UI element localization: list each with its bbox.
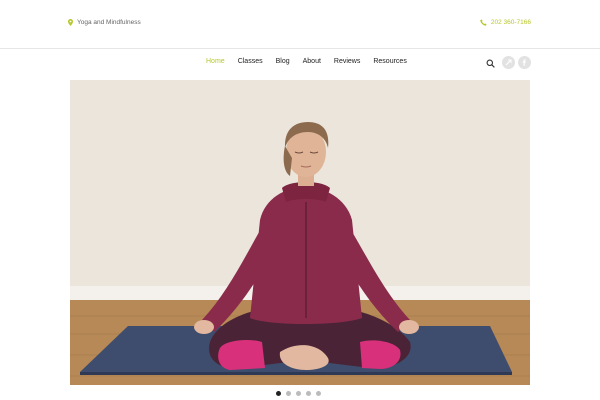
nav-item-about[interactable]: About (303, 58, 321, 65)
map-pin-icon (68, 19, 73, 26)
nav-item-reviews[interactable]: Reviews (334, 58, 360, 65)
social-icon-2[interactable] (518, 56, 531, 69)
tagline-text: Yoga and Mindfulness (77, 19, 141, 26)
slider-dot-5[interactable] (316, 391, 321, 396)
nav-item-home[interactable]: Home (206, 58, 225, 65)
nav-menu: Home Classes Blog About Reviews Resource… (206, 58, 407, 65)
nav-item-blog[interactable]: Blog (276, 58, 290, 65)
slider-dot-3[interactable] (296, 391, 301, 396)
slider-pagination (276, 391, 321, 396)
slider-dot-4[interactable] (306, 391, 311, 396)
top-bar: Yoga and Mindfulness 202 360-7166 (0, 0, 600, 49)
social-icon-1[interactable] (502, 56, 515, 69)
main-navigation: Home Classes Blog About Reviews Resource… (0, 52, 600, 74)
slider-dot-1[interactable] (276, 391, 281, 396)
nav-item-resources[interactable]: Resources (373, 58, 406, 65)
search-icon[interactable] (486, 59, 495, 68)
hero-slider[interactable] (70, 80, 530, 385)
meditation-photo (70, 80, 530, 385)
phone-icon (480, 19, 487, 26)
phone-number[interactable]: 202 360-7166 (491, 19, 531, 26)
tagline: Yoga and Mindfulness (68, 19, 141, 26)
phone-contact[interactable]: 202 360-7166 (480, 19, 531, 26)
nav-item-classes[interactable]: Classes (238, 58, 263, 65)
slider-dot-2[interactable] (286, 391, 291, 396)
